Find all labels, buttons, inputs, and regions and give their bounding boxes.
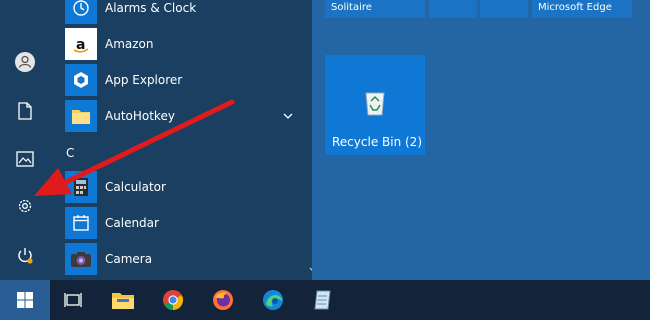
app-item-calculator[interactable]: Calculator	[50, 169, 305, 205]
app-item-app-explorer[interactable]: App Explorer	[50, 62, 305, 98]
app-item-alarms-clock[interactable]: Alarms & Clock	[50, 0, 305, 26]
recycle-bin-icon	[365, 92, 385, 116]
tile-label: Microsoft Edge	[538, 1, 612, 13]
app-label: AutoHotkey	[105, 109, 175, 123]
app-item-autohotkey[interactable]: AutoHotkey	[50, 98, 305, 134]
pictures-button[interactable]	[0, 139, 50, 179]
start-button[interactable]	[0, 280, 50, 320]
group-letter-header[interactable]: C	[66, 146, 74, 160]
calculator-icon	[65, 171, 97, 203]
folder-icon	[65, 100, 97, 132]
amazon-icon: a	[65, 28, 97, 60]
notepad-icon	[314, 290, 331, 310]
edge-icon	[263, 290, 283, 310]
app-label: Calculator	[105, 180, 166, 194]
app-list: Alarms & Clock a Amazon App Explorer Aut…	[50, 0, 312, 280]
app-label: App Explorer	[105, 73, 183, 87]
pictures-icon	[16, 151, 34, 167]
chevron-down-icon[interactable]	[283, 112, 293, 120]
edge-button[interactable]	[248, 280, 298, 320]
tile-label: Solitaire	[331, 1, 372, 13]
windows-start-icon	[17, 292, 33, 308]
user-icon	[15, 52, 35, 72]
alarms-clock-icon	[65, 0, 97, 24]
firefox-icon	[213, 290, 233, 310]
app-label: Calendar	[105, 216, 159, 230]
taskbar	[0, 280, 650, 320]
app-item-amazon[interactable]: a Amazon	[50, 26, 305, 62]
camera-icon	[65, 243, 97, 275]
notepad-button[interactable]	[298, 280, 348, 320]
small-tile-1[interactable]	[429, 0, 477, 18]
task-view-icon	[64, 293, 82, 307]
calendar-icon	[65, 207, 97, 239]
firefox-button[interactable]	[198, 280, 248, 320]
user-account-button[interactable]	[0, 42, 50, 82]
start-menu-rail	[0, 0, 50, 280]
recycle-bin-tile[interactable]: Recycle Bin (2)	[325, 55, 425, 155]
settings-gear-icon	[18, 199, 32, 213]
app-item-camera[interactable]: Camera	[50, 241, 305, 277]
documents-button[interactable]	[0, 91, 50, 131]
settings-button[interactable]	[0, 186, 50, 226]
task-view-button[interactable]	[48, 280, 98, 320]
tiles-area: Solitaire Microsoft Edge Recycle Bin (2)	[312, 0, 650, 280]
app-label: Camera	[105, 252, 153, 266]
app-label: Amazon	[105, 37, 154, 51]
chrome-icon	[163, 290, 184, 311]
solitaire-tile[interactable]: Solitaire	[325, 0, 425, 18]
app-label: Alarms & Clock	[105, 1, 197, 15]
small-tile-2[interactable]	[480, 0, 528, 18]
document-icon	[18, 102, 32, 120]
recycle-bin-label: Recycle Bin (2)	[332, 135, 422, 149]
file-explorer-button[interactable]	[98, 280, 148, 320]
chrome-button[interactable]	[148, 280, 198, 320]
app-explorer-icon	[65, 64, 97, 96]
app-item-calendar[interactable]: Calendar	[50, 205, 305, 241]
power-button[interactable]	[0, 236, 50, 276]
power-icon	[18, 248, 33, 264]
microsoft-edge-tile[interactable]: Microsoft Edge	[532, 0, 632, 18]
file-explorer-icon	[112, 293, 134, 309]
